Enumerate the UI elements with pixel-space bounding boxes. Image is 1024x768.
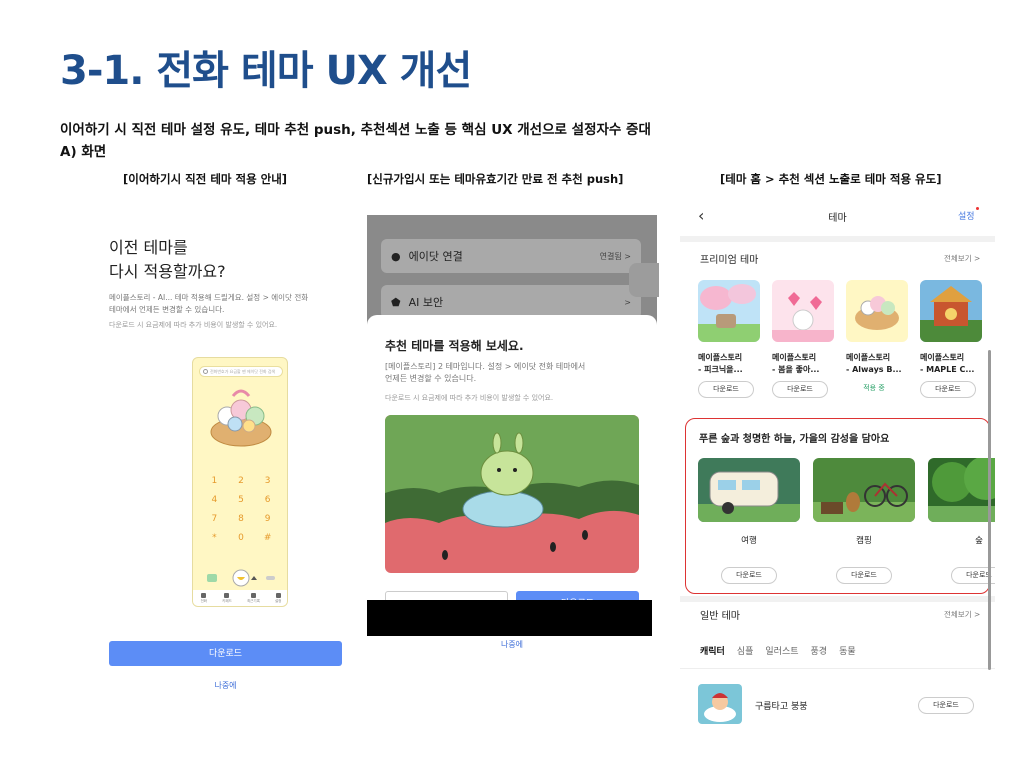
recommend-theme-list: 여행 다운로드 캠핑 다운로드 숲 다운로드 — [698, 456, 995, 584]
scrollbar[interactable] — [988, 350, 991, 670]
premium-theme-list: 메이플스토리 - 피크닉을... 다운로드 메이플스토리 - 봄을 좋아... … — [698, 280, 982, 398]
key-7: 7 — [211, 514, 218, 524]
watermelon-theme-illustration — [385, 415, 639, 573]
preview-call-controls — [207, 569, 275, 587]
bg-row-security: ⬟ AI 보안 > — [381, 285, 641, 319]
restore-download-button[interactable]: 다운로드 — [109, 641, 342, 666]
slide-subtitle: 이어하기 시 직전 테마 설정 유도, 테마 추천 push, 추천섹션 노출 … — [60, 122, 651, 138]
recommend-bottom-sheet: 추천 테마를 적용해 보세요. [메이플스토리] 2 테마입니다. 설정 > 에… — [367, 315, 657, 625]
key-0: 0 — [238, 533, 244, 543]
key-2: 2 — [238, 476, 244, 486]
recommend-card[interactable]: 캠핑 다운로드 — [813, 458, 915, 584]
preview-tab-recent: 최근기록 — [247, 592, 260, 604]
recommend-download-button[interactable]: 다운로드 — [721, 567, 777, 584]
key-5: 5 — [238, 495, 244, 505]
key-9: 9 — [264, 514, 271, 524]
notification-dot — [975, 207, 979, 210]
restore-description: 메이플스토리 - AI... 테마 적용해 드릴게요. 설정 > 에이닷 전화 … — [109, 293, 309, 314]
settings-link[interactable]: 설정 — [958, 207, 979, 222]
character-basket-illustration — [210, 389, 272, 447]
screen-recommend-push: ● 에이닷 연결 연결됨 > ⬟ AI 보안 > 추천 테마를 적용해 보세요.… — [367, 215, 659, 665]
caption-screen3: [테마 홈 > 추천 섹션 노출로 테마 적용 유도] — [720, 172, 942, 186]
clock-icon — [250, 592, 256, 598]
premium-card[interactable]: 메이플스토리 - 봄을 좋아... 다운로드 — [772, 280, 834, 398]
premium-download-button[interactable]: 다운로드 — [920, 381, 976, 398]
applied-status: 적용 중 — [863, 384, 885, 392]
restore-question: 이전 테마를 다시 적용할까요? — [109, 238, 226, 281]
key-1: 1 — [211, 476, 218, 486]
gear-icon — [275, 592, 281, 598]
premium-see-all[interactable]: 전체보기 > — [944, 253, 980, 264]
preview-tabbar: 전화 키패드 최근기록 설정 — [193, 590, 287, 606]
recommend-thumb — [928, 456, 995, 522]
screen-restore-theme: 이전 테마를 다시 적용할까요? 메이플스토리 - AI... 테마 적용해 드… — [95, 200, 355, 700]
theme-preview-phone: 전화번호가 요금할 땐 에이닷 전화 검색 1 2 3 4 5 6 7 8 9 … — [192, 357, 288, 607]
screen-theme-home: ‹ 테마 설정 프리미엄 테마 전체보기 > 메이플스토리 - 피크닉을... … — [680, 200, 995, 730]
recommend-thumb — [698, 458, 800, 522]
keypad-icon — [224, 592, 230, 598]
general-item-name: 구름타고 붕붕 — [755, 702, 808, 712]
restore-cost-note: 다운로드 시 요금제에 따라 추가 비용이 발생할 수 있어요. — [109, 321, 278, 329]
premium-card[interactable]: 메이플스토리 - 피크닉을... 다운로드 — [698, 280, 760, 398]
adot-icon: ● — [391, 249, 401, 263]
preview-search-bar: 전화번호가 요금할 땐 에이닷 전화 검색 — [199, 366, 283, 377]
person-icon — [201, 592, 207, 598]
premium-thumb — [846, 280, 908, 342]
general-category-tabs: 캐릭터 심플 일러스트 풍경 동물 — [700, 644, 856, 657]
general-section-title: 일반 테마 — [700, 611, 740, 622]
key-hash: # — [263, 533, 272, 543]
section-separator — [680, 596, 995, 602]
premium-download-button[interactable]: 다운로드 — [698, 381, 754, 398]
sheet-later-link[interactable]: 나중에 — [367, 639, 657, 650]
section-separator — [680, 236, 995, 242]
caption-screen2: [신규가입시 또는 테마유효기간 만료 전 추천 push] — [367, 172, 624, 186]
tab-divider — [680, 668, 995, 669]
preview-keypad: 1 2 3 4 5 6 7 8 9 * 0 # — [201, 476, 281, 543]
shield-icon: ⬟ — [391, 295, 401, 309]
preview-tab-call: 전화 — [201, 592, 207, 604]
tab-character[interactable]: 캐릭터 — [700, 644, 725, 657]
general-see-all[interactable]: 전체보기 > — [944, 609, 980, 620]
tab-simple[interactable]: 심플 — [737, 644, 754, 657]
preview-tab-settings: 설정 — [275, 592, 281, 604]
redaction-bar — [367, 600, 652, 636]
slide-title: 3-1. 전화 테마 UX 개선 — [60, 48, 472, 94]
general-item-download-button[interactable]: 다운로드 — [918, 697, 974, 714]
key-8: 8 — [238, 514, 244, 524]
sheet-description: [메이플스토리] 2 테마입니다. 설정 > 에이닷 전화 테마에서 언제든 변… — [385, 362, 586, 383]
bg-row-connect: ● 에이닷 연결 연결됨 > — [381, 239, 641, 273]
restore-later-link[interactable]: 나중에 — [109, 680, 342, 691]
recommend-download-button[interactable]: 다운로드 — [836, 567, 892, 584]
tab-animal[interactable]: 동물 — [839, 644, 856, 657]
premium-section-title: 프리미엄 테마 — [700, 255, 759, 266]
key-4: 4 — [211, 495, 218, 505]
premium-card[interactable]: 메이플스토리 - Always B... 적용 중 — [846, 280, 908, 398]
search-icon — [203, 369, 208, 374]
preview-search-placeholder: 전화번호가 요금할 땐 에이닷 전화 검색 — [210, 369, 276, 374]
premium-thumb — [920, 280, 982, 342]
theme-header-title: 테마 — [828, 213, 847, 224]
recommend-thumb — [813, 458, 915, 522]
sheet-cost-note: 다운로드 시 요금제에 따라 추가 비용이 발생할 수 있어요. — [385, 394, 554, 402]
premium-card[interactable]: 메이플스토리 - MAPLE C... 다운로드 — [920, 280, 982, 398]
recommend-card[interactable]: 숲 다운로드 — [928, 456, 995, 584]
premium-thumb — [698, 280, 760, 342]
floating-handle — [629, 263, 659, 297]
key-6: 6 — [264, 495, 271, 505]
tab-illust[interactable]: 일러스트 — [765, 644, 798, 657]
section-label: A) 화면 — [60, 144, 107, 160]
general-item-thumb — [698, 684, 742, 724]
key-3: 3 — [264, 476, 271, 486]
premium-thumb — [772, 280, 834, 342]
caption-screen1: [이어하기시 직전 테마 적용 안내] — [123, 172, 288, 186]
preview-tab-keypad: 키패드 — [222, 592, 232, 604]
recommend-card[interactable]: 여행 다운로드 — [698, 458, 800, 584]
premium-download-button[interactable]: 다운로드 — [772, 381, 828, 398]
theme-header: ‹ 테마 설정 — [680, 200, 995, 232]
key-star: * — [212, 533, 217, 543]
sheet-title: 추천 테마를 적용해 보세요. — [385, 339, 524, 353]
tab-scenery[interactable]: 풍경 — [811, 644, 828, 657]
recommend-section-title: 푸른 숲과 청명한 하늘, 가을의 감성을 담아요 — [699, 434, 890, 445]
